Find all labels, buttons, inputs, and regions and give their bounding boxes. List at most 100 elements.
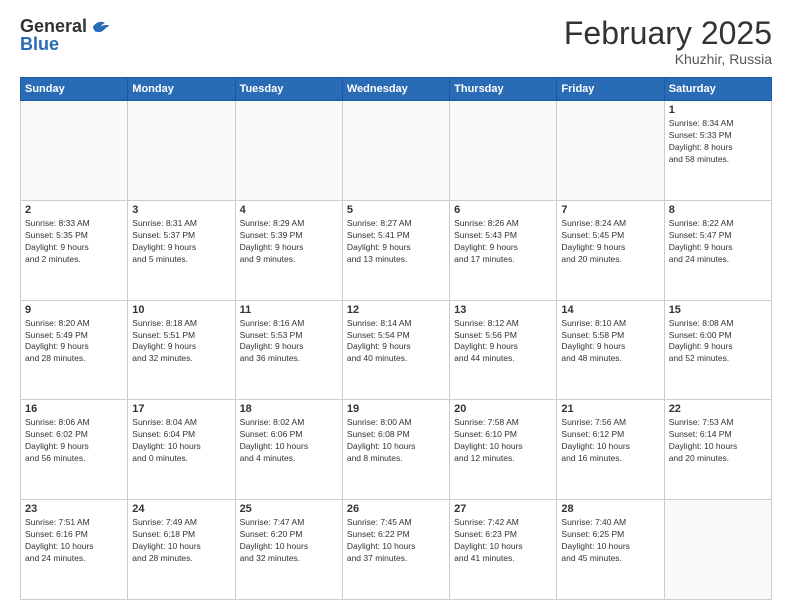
day-info: Sunrise: 8:27 AM Sunset: 5:41 PM Dayligh… (347, 218, 445, 266)
day-number: 7 (561, 204, 659, 216)
calendar-cell (450, 101, 557, 201)
calendar-cell: 19 Sunrise: 8:00 AM Sunset: 6:08 PM Dayli… (342, 400, 449, 500)
day-info: Sunrise: 7:47 AM Sunset: 6:20 PM Dayligh… (240, 517, 338, 565)
location: Khuzhir, Russia (564, 51, 772, 67)
calendar-cell: 15Sunrise: 8:08 AM Sunset: 6:00 PM Dayli… (664, 300, 771, 400)
calendar-cell: 3 Sunrise: 8:31 AM Sunset: 5:37 PM Daylig… (128, 200, 235, 300)
day-number: 27 (454, 503, 552, 515)
day-number: 19 (347, 403, 445, 415)
calendar-cell: 13 Sunrise: 8:12 AM Sunset: 5:56 PM Dayli… (450, 300, 557, 400)
day-info: Sunrise: 7:58 AM Sunset: 6:10 PM Dayligh… (454, 417, 552, 465)
calendar-week-1: 1Sunrise: 8:34 AM Sunset: 5:33 PM Daylig… (21, 101, 772, 201)
day-number: 26 (347, 503, 445, 515)
calendar-cell: 22 Sunrise: 7:53 AM Sunset: 6:14 PM Dayli… (664, 400, 771, 500)
day-info: Sunrise: 8:14 AM Sunset: 5:54 PM Dayligh… (347, 318, 445, 366)
day-info: Sunrise: 8:33 AM Sunset: 5:35 PM Dayligh… (25, 218, 123, 266)
day-number: 1 (669, 104, 767, 116)
day-info: Sunrise: 7:40 AM Sunset: 6:25 PM Dayligh… (561, 517, 659, 565)
calendar-cell: 5 Sunrise: 8:27 AM Sunset: 5:41 PM Daylig… (342, 200, 449, 300)
col-thursday: Thursday (450, 78, 557, 101)
calendar-cell: 8 Sunrise: 8:22 AM Sunset: 5:47 PM Daylig… (664, 200, 771, 300)
calendar-cell (235, 101, 342, 201)
month-title: February 2025 (564, 16, 772, 51)
day-info: Sunrise: 8:20 AM Sunset: 5:49 PM Dayligh… (25, 318, 123, 366)
calendar-cell (21, 101, 128, 201)
day-info: Sunrise: 8:16 AM Sunset: 5:53 PM Dayligh… (240, 318, 338, 366)
day-info: Sunrise: 7:45 AM Sunset: 6:22 PM Dayligh… (347, 517, 445, 565)
title-block: February 2025 Khuzhir, Russia (564, 16, 772, 67)
day-info: Sunrise: 7:56 AM Sunset: 6:12 PM Dayligh… (561, 417, 659, 465)
day-info: Sunrise: 8:08 AM Sunset: 6:00 PM Dayligh… (669, 318, 767, 366)
calendar-cell: 23 Sunrise: 7:51 AM Sunset: 6:16 PM Dayli… (21, 500, 128, 600)
calendar-cell: 7 Sunrise: 8:24 AM Sunset: 5:45 PM Daylig… (557, 200, 664, 300)
day-info: Sunrise: 8:12 AM Sunset: 5:56 PM Dayligh… (454, 318, 552, 366)
day-info: Sunrise: 7:49 AM Sunset: 6:18 PM Dayligh… (132, 517, 230, 565)
calendar-header-row: Sunday Monday Tuesday Wednesday Thursday… (21, 78, 772, 101)
calendar-cell: 2 Sunrise: 8:33 AM Sunset: 5:35 PM Daylig… (21, 200, 128, 300)
logo-bird-icon (89, 16, 111, 38)
calendar-cell: 17 Sunrise: 8:04 AM Sunset: 6:04 PM Dayli… (128, 400, 235, 500)
calendar-cell: 6 Sunrise: 8:26 AM Sunset: 5:43 PM Daylig… (450, 200, 557, 300)
calendar-cell: 20 Sunrise: 7:58 AM Sunset: 6:10 PM Dayli… (450, 400, 557, 500)
day-info: Sunrise: 8:00 AM Sunset: 6:08 PM Dayligh… (347, 417, 445, 465)
calendar-cell: 10Sunrise: 8:18 AM Sunset: 5:51 PM Dayli… (128, 300, 235, 400)
col-sunday: Sunday (21, 78, 128, 101)
day-number: 24 (132, 503, 230, 515)
calendar-cell (342, 101, 449, 201)
col-saturday: Saturday (664, 78, 771, 101)
day-info: Sunrise: 7:51 AM Sunset: 6:16 PM Dayligh… (25, 517, 123, 565)
day-number: 11 (240, 304, 338, 316)
day-number: 8 (669, 204, 767, 216)
calendar-table: Sunday Monday Tuesday Wednesday Thursday… (20, 77, 772, 600)
day-number: 25 (240, 503, 338, 515)
day-number: 16 (25, 403, 123, 415)
day-number: 21 (561, 403, 659, 415)
day-number: 5 (347, 204, 445, 216)
day-info: Sunrise: 8:18 AM Sunset: 5:51 PM Dayligh… (132, 318, 230, 366)
day-info: Sunrise: 8:04 AM Sunset: 6:04 PM Dayligh… (132, 417, 230, 465)
calendar-week-5: 23 Sunrise: 7:51 AM Sunset: 6:16 PM Dayli… (21, 500, 772, 600)
calendar-cell: 1Sunrise: 8:34 AM Sunset: 5:33 PM Daylig… (664, 101, 771, 201)
calendar-cell: 9 Sunrise: 8:20 AM Sunset: 5:49 PM Daylig… (21, 300, 128, 400)
day-info: Sunrise: 7:42 AM Sunset: 6:23 PM Dayligh… (454, 517, 552, 565)
calendar-week-2: 2 Sunrise: 8:33 AM Sunset: 5:35 PM Daylig… (21, 200, 772, 300)
day-number: 28 (561, 503, 659, 515)
day-number: 17 (132, 403, 230, 415)
calendar-cell: 11 Sunrise: 8:16 AM Sunset: 5:53 PM Dayli… (235, 300, 342, 400)
col-monday: Monday (128, 78, 235, 101)
day-info: Sunrise: 8:24 AM Sunset: 5:45 PM Dayligh… (561, 218, 659, 266)
day-number: 4 (240, 204, 338, 216)
logo: General Blue (20, 16, 111, 56)
calendar-week-4: 16Sunrise: 8:06 AM Sunset: 6:02 PM Dayli… (21, 400, 772, 500)
page: General Blue February 2025 Khuzhir, Russ… (0, 0, 792, 612)
calendar-week-3: 9 Sunrise: 8:20 AM Sunset: 5:49 PM Daylig… (21, 300, 772, 400)
day-info: Sunrise: 8:22 AM Sunset: 5:47 PM Dayligh… (669, 218, 767, 266)
calendar-cell: 16Sunrise: 8:06 AM Sunset: 6:02 PM Dayli… (21, 400, 128, 500)
day-number: 20 (454, 403, 552, 415)
calendar-cell (128, 101, 235, 201)
calendar-cell: 25 Sunrise: 7:47 AM Sunset: 6:20 PM Dayli… (235, 500, 342, 600)
day-info: Sunrise: 8:26 AM Sunset: 5:43 PM Dayligh… (454, 218, 552, 266)
day-info: Sunrise: 8:10 AM Sunset: 5:58 PM Dayligh… (561, 318, 659, 366)
calendar-cell (664, 500, 771, 600)
calendar-cell: 28 Sunrise: 7:40 AM Sunset: 6:25 PM Dayli… (557, 500, 664, 600)
day-number: 9 (25, 304, 123, 316)
calendar-cell: 14 Sunrise: 8:10 AM Sunset: 5:58 PM Dayli… (557, 300, 664, 400)
day-info: Sunrise: 7:53 AM Sunset: 6:14 PM Dayligh… (669, 417, 767, 465)
day-number: 3 (132, 204, 230, 216)
day-number: 18 (240, 403, 338, 415)
calendar-cell (557, 101, 664, 201)
day-number: 22 (669, 403, 767, 415)
day-number: 2 (25, 204, 123, 216)
day-number: 6 (454, 204, 552, 216)
calendar-cell: 24 Sunrise: 7:49 AM Sunset: 6:18 PM Dayli… (128, 500, 235, 600)
day-number: 14 (561, 304, 659, 316)
day-info: Sunrise: 8:02 AM Sunset: 6:06 PM Dayligh… (240, 417, 338, 465)
calendar-cell: 21 Sunrise: 7:56 AM Sunset: 6:12 PM Dayli… (557, 400, 664, 500)
day-info: Sunrise: 8:31 AM Sunset: 5:37 PM Dayligh… (132, 218, 230, 266)
calendar-cell: 18 Sunrise: 8:02 AM Sunset: 6:06 PM Dayli… (235, 400, 342, 500)
header: General Blue February 2025 Khuzhir, Russ… (20, 16, 772, 67)
day-number: 23 (25, 503, 123, 515)
calendar-cell: 27 Sunrise: 7:42 AM Sunset: 6:23 PM Dayli… (450, 500, 557, 600)
day-number: 13 (454, 304, 552, 316)
